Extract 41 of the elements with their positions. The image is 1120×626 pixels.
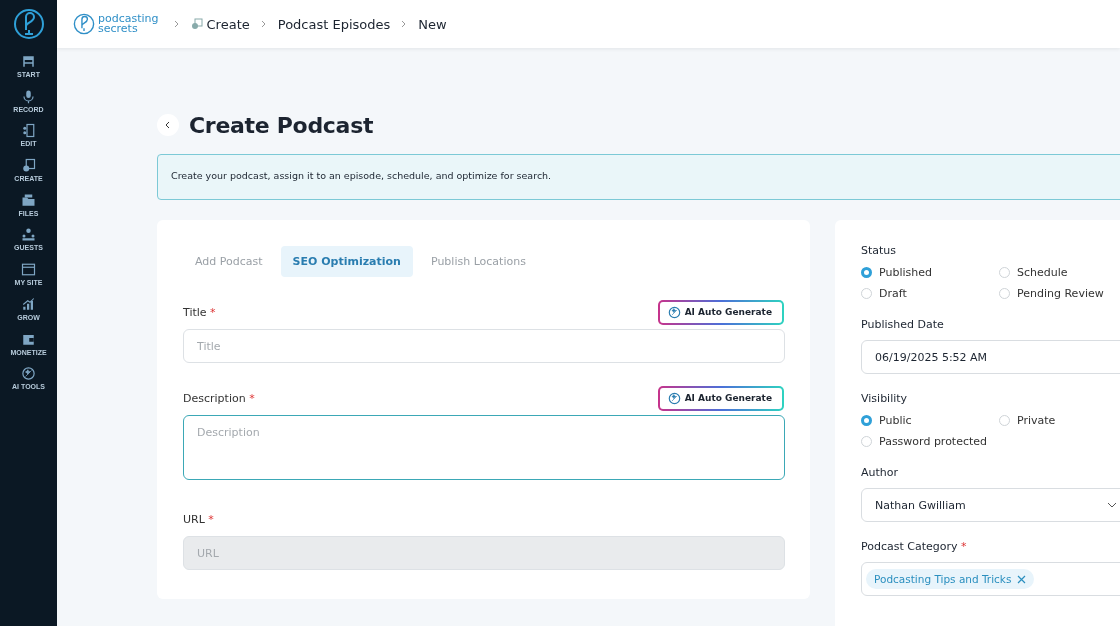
author-dropdown[interactable]: Nathan Gwilliam xyxy=(861,488,1120,522)
field-label: Published Date xyxy=(861,318,945,331)
text-area[interactable]: Description xyxy=(183,415,785,480)
breadcrumb-link[interactable]: New xyxy=(418,16,447,32)
grow-icon xyxy=(21,296,36,312)
field-label: Description * xyxy=(183,391,255,405)
radio-option[interactable]: Schedule xyxy=(999,266,1119,279)
breadcrumb-link[interactable]: Create xyxy=(190,16,250,32)
group-label: Status xyxy=(861,244,898,257)
chevron-left-icon xyxy=(164,121,172,129)
field-label: Title * xyxy=(183,305,216,319)
radio-option[interactable]: Public xyxy=(861,414,999,427)
logo-icon[interactable] xyxy=(12,8,45,40)
ai-generate-button[interactable]: AI Auto Generate xyxy=(657,385,784,411)
date-field[interactable]: 06/19/2025 5:52 AM xyxy=(861,340,1120,374)
radio-option[interactable]: Password protected xyxy=(861,435,999,448)
tab[interactable]: SEO Optimization xyxy=(280,246,413,277)
page-title: Create Podcast xyxy=(189,112,374,138)
chevron-icon xyxy=(259,20,268,28)
files-icon xyxy=(21,192,36,208)
radio-option[interactable]: Private xyxy=(999,414,1119,427)
brand-icon xyxy=(73,13,95,35)
radio-option[interactable]: Pending Review xyxy=(999,287,1119,300)
tag-label: Podcasting Tips and Tricks xyxy=(874,573,1012,585)
chevron-icon xyxy=(172,20,181,28)
chevron-down-icon xyxy=(1107,500,1117,510)
ai-generate-button[interactable]: AI Auto Generate xyxy=(657,299,784,325)
brand-name: podcasting xyxy=(98,14,159,24)
media-icon xyxy=(190,18,203,30)
close-icon[interactable] xyxy=(1017,574,1027,584)
radio-option[interactable]: Published xyxy=(861,266,999,279)
field-label: URL * xyxy=(183,512,214,526)
record-icon xyxy=(21,88,36,104)
field-label: Author xyxy=(861,466,900,479)
group-label: Visibility xyxy=(861,392,909,405)
breadcrumb-link[interactable]: Podcast Episodes xyxy=(277,16,391,32)
field-label: Podcast Category * xyxy=(861,540,968,553)
info-banner: Create your podcast, assign it to an episode, schedule, and optimize for search. xyxy=(157,154,1120,200)
brand-name: secrets xyxy=(98,24,138,34)
radio-option[interactable]: Draft xyxy=(861,287,999,300)
input-field[interactable]: Title xyxy=(183,329,785,363)
